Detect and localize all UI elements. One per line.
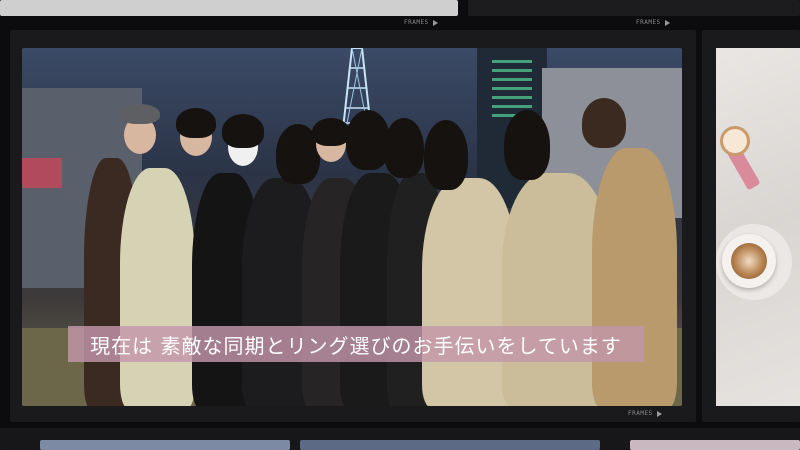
caption-banner: 現在は 素敵な同期とリング選びのお手伝いをしています: [68, 326, 644, 362]
person-10: [592, 148, 677, 406]
play-triangle-icon: [656, 410, 662, 417]
person-1-cap: [120, 104, 160, 124]
person-6-hair: [346, 110, 390, 170]
person-2-hair: [176, 108, 216, 138]
person-10-hair: [582, 98, 626, 148]
caption-text: 現在は 素敵な同期とリング選びのお手伝いをしています: [90, 333, 622, 358]
bottom-thumb-2: [300, 440, 600, 450]
play-triangle-icon: [664, 19, 670, 26]
person-3-hair: [222, 114, 264, 148]
coffee-cup-icon: [722, 234, 776, 288]
top-frames-label-right: FRAMES: [636, 19, 670, 26]
top-film-strip-right: [468, 0, 800, 16]
person-5-hair: [312, 118, 350, 146]
bottom-frames-label: FRAMES: [628, 410, 662, 417]
watch-icon: [720, 126, 750, 156]
top-film-strip-left: [0, 0, 458, 16]
building-left-sign: [22, 158, 62, 188]
latte-art: [731, 243, 767, 279]
coffee-photo: [716, 48, 800, 406]
bottom-thumb-1: [40, 440, 290, 450]
person-7-hair: [384, 118, 424, 178]
bottom-thumb-3: [630, 440, 800, 450]
play-triangle-icon: [432, 19, 438, 26]
person-9-hair: [504, 110, 550, 180]
person-8-hair: [424, 120, 468, 190]
person-2: [120, 168, 195, 406]
top-frames-label: FRAMES: [404, 19, 438, 26]
